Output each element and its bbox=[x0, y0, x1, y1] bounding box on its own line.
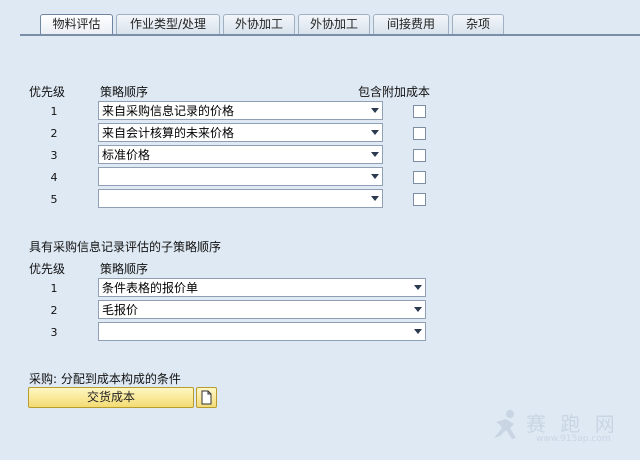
sub-priority-number: 3 bbox=[50, 326, 58, 339]
purchasing-label: 采购: 分配到成本构成的条件 bbox=[29, 372, 181, 386]
tab-subcontracting-2[interactable]: 外协加工 bbox=[298, 14, 370, 35]
col-strategy-header: 策略顺序 bbox=[100, 85, 149, 99]
strategy-dropdown[interactable] bbox=[98, 167, 383, 186]
tab-misc[interactable]: 杂项 bbox=[452, 14, 504, 35]
runner-logo-icon bbox=[494, 410, 516, 439]
chevron-down-icon bbox=[371, 130, 379, 135]
chevron-down-icon bbox=[414, 329, 422, 334]
col-priority-header-2: 优先级 bbox=[29, 262, 66, 276]
strategy-dropdown[interactable]: 标准价格 bbox=[98, 145, 383, 164]
col-strategy-header-2: 策略顺序 bbox=[100, 262, 149, 276]
include-additive-checkbox[interactable] bbox=[413, 193, 426, 206]
chevron-down-icon bbox=[371, 152, 379, 157]
tab-subcontracting-1[interactable]: 外协加工 bbox=[223, 14, 295, 35]
include-additive-checkbox[interactable] bbox=[413, 127, 426, 140]
col-include-additive-header: 包含附加成本 bbox=[358, 85, 431, 99]
sub-strategy-value: 条件表格的报价单 bbox=[102, 281, 199, 295]
priority-number: 1 bbox=[50, 105, 58, 118]
sub-strategy-title: 具有采购信息记录评估的子策略顺序 bbox=[29, 240, 222, 254]
chevron-down-icon bbox=[371, 174, 379, 179]
tab-overhead[interactable]: 间接费用 bbox=[373, 14, 449, 35]
tab-underline bbox=[20, 34, 640, 36]
sub-strategy-dropdown[interactable] bbox=[98, 322, 426, 341]
tab-strip: 物料评估 作业类型/处理 外协加工 外协加工 间接费用 杂项 bbox=[0, 0, 640, 36]
sub-strategy-dropdown[interactable]: 毛报价 bbox=[98, 300, 426, 319]
include-additive-checkbox[interactable] bbox=[413, 171, 426, 184]
sub-strategy-value: 毛报价 bbox=[102, 303, 139, 317]
strategy-value: 标准价格 bbox=[102, 148, 151, 162]
priority-number: 5 bbox=[50, 193, 58, 206]
chevron-down-icon bbox=[414, 285, 422, 290]
strategy-value: 来自会计核算的未来价格 bbox=[102, 126, 235, 140]
chevron-down-icon bbox=[371, 108, 379, 113]
document-icon bbox=[201, 390, 212, 405]
document-button[interactable] bbox=[196, 387, 217, 408]
watermark-url: www.915ap.com bbox=[536, 434, 611, 444]
strategy-value: 来自采购信息记录的价格 bbox=[102, 104, 235, 118]
strategy-dropdown[interactable]: 来自采购信息记录的价格 bbox=[98, 101, 383, 120]
tab-activity-type[interactable]: 作业类型/处理 bbox=[116, 14, 220, 35]
watermark-text: 赛 跑 网 bbox=[526, 412, 619, 436]
include-additive-checkbox[interactable] bbox=[413, 149, 426, 162]
chevron-down-icon bbox=[414, 307, 422, 312]
priority-number: 4 bbox=[50, 171, 58, 184]
priority-number: 3 bbox=[50, 149, 58, 162]
col-priority-header: 优先级 bbox=[29, 85, 66, 99]
strategy-dropdown[interactable] bbox=[98, 189, 383, 208]
delivery-costs-button[interactable]: 交货成本 bbox=[28, 387, 194, 408]
include-additive-checkbox[interactable] bbox=[413, 105, 426, 118]
sub-priority-number: 1 bbox=[50, 282, 58, 295]
chevron-down-icon bbox=[371, 196, 379, 201]
sub-strategy-dropdown[interactable]: 条件表格的报价单 bbox=[98, 278, 426, 297]
sub-priority-number: 2 bbox=[50, 304, 58, 317]
tab-material-valuation[interactable]: 物料评估 bbox=[40, 14, 113, 35]
strategy-dropdown[interactable]: 来自会计核算的未来价格 bbox=[98, 123, 383, 142]
watermark: 赛 跑 网 www.915ap.com bbox=[488, 406, 628, 446]
priority-number: 2 bbox=[50, 127, 58, 140]
